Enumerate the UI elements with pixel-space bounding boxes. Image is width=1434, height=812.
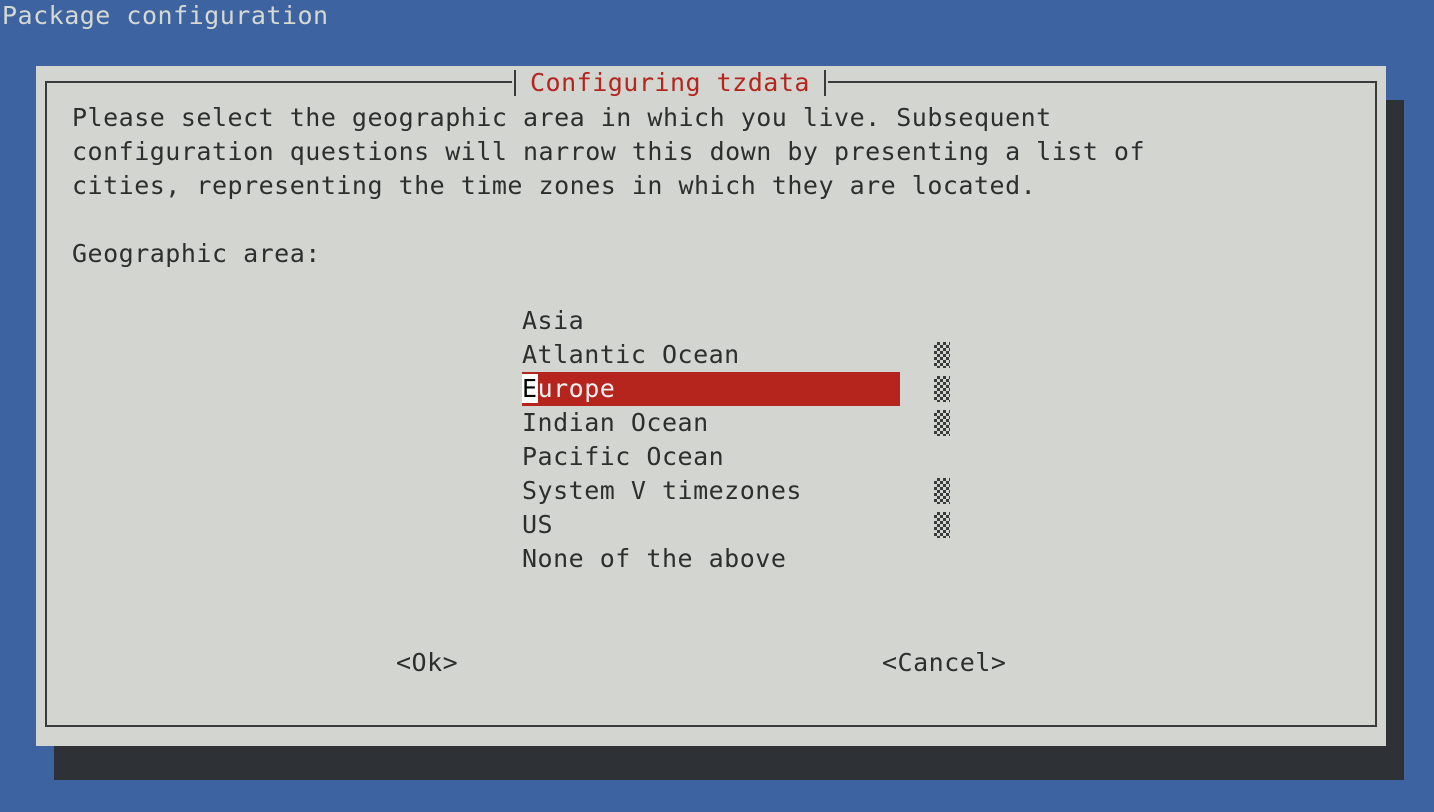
- list-item-none-of-the-above[interactable]: None of the above: [522, 542, 900, 576]
- description-line-1: Please select the geographic area in whi…: [72, 103, 1052, 132]
- scrollbar-thumb-segment[interactable]: [934, 376, 950, 402]
- title-right-tick: [823, 70, 826, 96]
- scrollbar-thumb-segment[interactable]: [934, 478, 950, 504]
- dialog-title-bar: Configuring tzdata: [512, 67, 828, 99]
- list-item-europe-rest: urope: [537, 374, 616, 403]
- geographic-area-label: Geographic area:: [72, 239, 321, 268]
- description-line-2: configuration questions will narrow this…: [72, 137, 1146, 166]
- cursor-hotkey-letter: E: [522, 374, 538, 403]
- dialog-title: Configuring tzdata: [530, 68, 810, 97]
- backtitle: Package configuration: [2, 1, 329, 30]
- geographic-area-list[interactable]: Asia Atlantic Ocean Europe Indian Ocean …: [522, 304, 900, 576]
- list-item-europe[interactable]: Europe: [522, 372, 900, 406]
- scrollbar-thumb-segment[interactable]: [934, 512, 950, 538]
- list-item-atlantic-ocean[interactable]: Atlantic Ocean: [522, 338, 900, 372]
- list-item-indian-ocean[interactable]: Indian Ocean: [522, 406, 900, 440]
- list-item-asia[interactable]: Asia: [522, 304, 900, 338]
- ok-button[interactable]: <Ok>: [396, 646, 458, 680]
- cancel-button[interactable]: <Cancel>: [882, 646, 1006, 680]
- list-item-us[interactable]: US: [522, 508, 900, 542]
- tzdata-dialog: Configuring tzdata Please select the geo…: [36, 66, 1386, 746]
- description-line-3: cities, representing the time zones in w…: [72, 171, 1037, 200]
- scrollbar-thumb-segment[interactable]: [934, 342, 950, 368]
- list-item-system-v-timezones[interactable]: System V timezones: [522, 474, 900, 508]
- scrollbar-thumb-segment[interactable]: [934, 410, 950, 436]
- list-item-pacific-ocean[interactable]: Pacific Ocean: [522, 440, 900, 474]
